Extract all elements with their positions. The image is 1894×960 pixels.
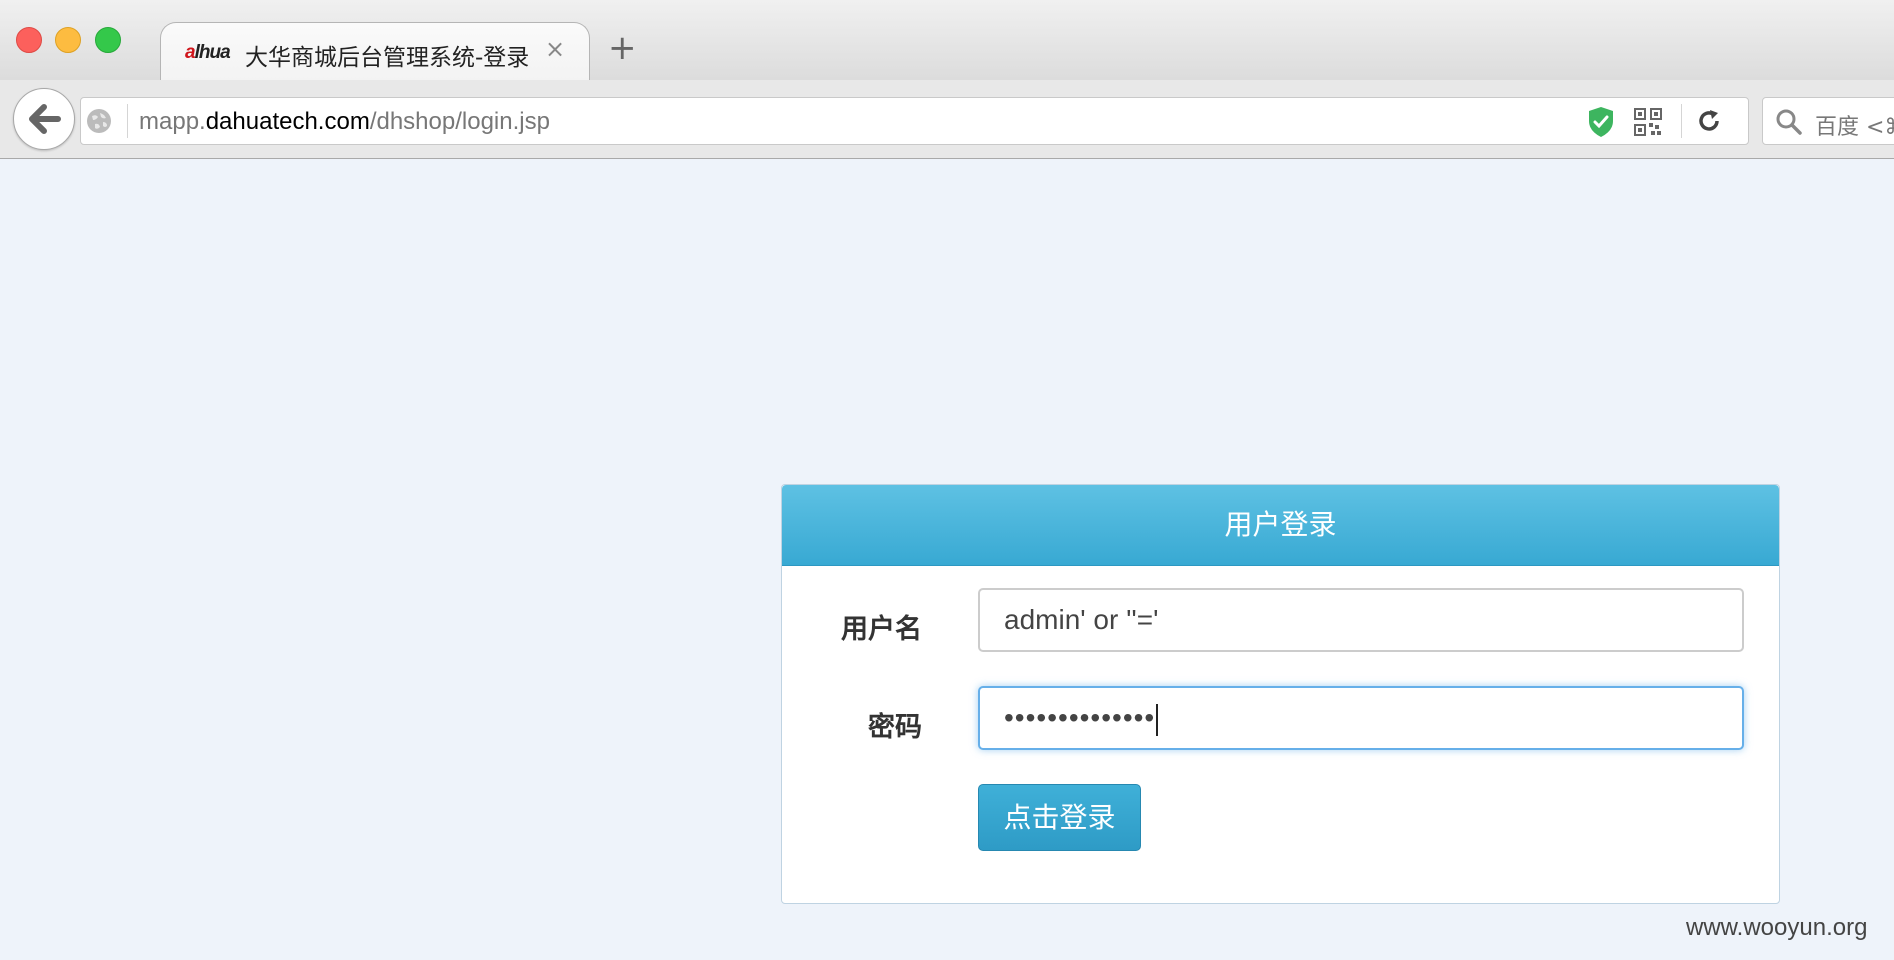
back-button[interactable]	[13, 88, 75, 150]
window-close-button[interactable]	[16, 27, 42, 53]
browser-navbar: mapp.dahuatech.com/dhshop/login.jsp 百度 <	[0, 80, 1894, 159]
password-input[interactable]: ••••••••••••••	[978, 686, 1744, 750]
password-masked-value: ••••••••••••••	[1004, 702, 1156, 733]
login-panel: 用户登录 用户名 admin' or ''=' 密码 •••••••••••••…	[781, 484, 1780, 904]
search-placeholder: 百度 <⌘	[1815, 115, 1894, 140]
watermark: www.wooyun.org	[1686, 914, 1868, 941]
username-input[interactable]: admin' or ''='	[978, 588, 1744, 652]
url-separator	[127, 104, 128, 138]
url-domain: dahuatech.com	[205, 108, 370, 135]
search-icon	[1776, 109, 1802, 135]
dahua-logo-icon: aalhualhua	[185, 42, 231, 63]
back-arrow-icon	[29, 104, 61, 134]
reload-icon[interactable]	[1696, 108, 1722, 134]
password-label: 密码	[868, 712, 922, 743]
address-bar[interactable]: mapp.dahuatech.com/dhshop/login.jsp	[80, 97, 1749, 145]
globe-icon	[87, 109, 111, 133]
qr-code-icon[interactable]	[1634, 108, 1662, 136]
browser-tab[interactable]: aalhualhua 大华商城后台管理系统-登录 ×	[160, 22, 590, 81]
username-label: 用户名	[841, 614, 922, 645]
browser-titlebar: aalhualhua 大华商城后台管理系统-登录 × +	[0, 0, 1894, 81]
shield-check-icon[interactable]	[1588, 106, 1614, 138]
tab-close-icon[interactable]: ×	[545, 35, 565, 63]
login-heading: 用户登录	[782, 485, 1779, 566]
window-minimize-button[interactable]	[55, 27, 81, 53]
text-caret	[1156, 703, 1159, 736]
search-box[interactable]: 百度 <⌘	[1762, 97, 1894, 145]
url-path: /dhshop/login.jsp	[369, 108, 550, 135]
url-prefix: mapp.	[139, 108, 206, 135]
url-separator-2	[1681, 104, 1682, 138]
login-submit-button[interactable]: 点击登录	[978, 784, 1141, 851]
new-tab-button[interactable]: +	[608, 31, 637, 65]
url-text[interactable]: mapp.dahuatech.com/dhshop/login.jsp	[139, 108, 550, 136]
window-maximize-button[interactable]	[95, 27, 121, 53]
tab-title: 大华商城后台管理系统-登录	[245, 45, 530, 71]
